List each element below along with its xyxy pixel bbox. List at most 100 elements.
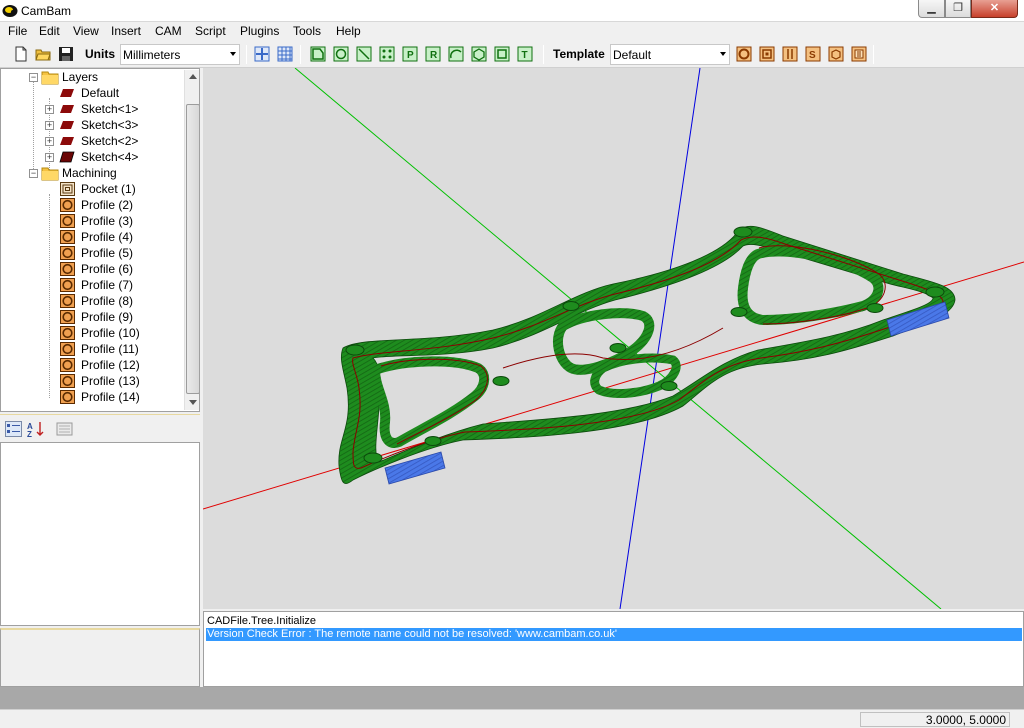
menu-file[interactable]: File [8, 24, 27, 38]
3d-op-icon[interactable] [828, 46, 844, 62]
highlight-segment-right [886, 301, 950, 337]
circle-icon[interactable] [333, 46, 349, 62]
property-grid[interactable] [0, 442, 200, 626]
bottom-gray-band [0, 687, 1024, 709]
collapse-icon[interactable]: − [29, 169, 38, 178]
p-poly-icon[interactable]: P [402, 46, 418, 62]
line-icon[interactable] [356, 46, 372, 62]
tree-node-profile-13[interactable]: Profile (13) [41, 373, 171, 389]
menu-plugins[interactable]: Plugins [240, 24, 279, 38]
profile-op-icon [60, 230, 75, 244]
lathe-op-icon[interactable] [851, 46, 867, 62]
layer-icon [60, 121, 74, 129]
tree-node-machining[interactable]: − Machining [25, 165, 175, 181]
drawing-tree[interactable]: − Layers Default + Sketch<1> + Sketch<3>… [0, 68, 200, 412]
tree-node-profile-11[interactable]: Profile (11) [41, 341, 171, 357]
expand-icon[interactable]: + [45, 137, 54, 146]
chevron-down-icon [230, 52, 236, 56]
menu-script[interactable]: Script [195, 24, 226, 38]
tree-label: Profile (8) [81, 294, 134, 308]
tree-node-layer-sketch2[interactable]: + Sketch<2> [41, 133, 171, 149]
tree-node-layer-default[interactable]: Default [41, 85, 171, 101]
profile-op-icon [60, 342, 75, 356]
drill-op-icon[interactable] [782, 46, 798, 62]
tree-node-profile-2[interactable]: Profile (2) [41, 197, 171, 213]
log-line-selected[interactable]: Version Check Error : The remote name co… [206, 628, 1022, 641]
units-select[interactable]: Millimeters [120, 44, 240, 65]
tree-node-profile-8[interactable]: Profile (8) [41, 293, 171, 309]
title-bar: CamBam ▁ ❐ ✕ [0, 0, 1024, 22]
engrave-op-icon[interactable]: S [805, 46, 821, 62]
tree-node-profile-6[interactable]: Profile (6) [41, 261, 171, 277]
sort-alphabetical-icon[interactable]: AZ [27, 421, 45, 437]
log-line: CADFile.Tree.Initialize [207, 615, 317, 627]
tree-node-pocket-1[interactable]: Pocket (1) [41, 181, 171, 197]
maximize-button[interactable]: ❐ [945, 0, 971, 18]
rectangle-icon[interactable] [494, 46, 510, 62]
tree-node-profile-4[interactable]: Profile (4) [41, 229, 171, 245]
profile-op-icon [60, 198, 75, 212]
layer-icon [60, 137, 74, 145]
menu-tools[interactable]: Tools [293, 24, 321, 38]
toolbar-separator [543, 45, 544, 64]
polyline-icon[interactable] [310, 46, 326, 62]
tree-node-layer-sketch1[interactable]: + Sketch<1> [41, 101, 171, 117]
scroll-thumb[interactable] [186, 104, 199, 394]
tree-scrollbar[interactable] [184, 70, 199, 410]
r-rect-icon[interactable]: R [425, 46, 441, 62]
menu-cam[interactable]: CAM [155, 24, 182, 38]
tree-node-profile-7[interactable]: Profile (7) [41, 277, 171, 293]
menu-insert[interactable]: Insert [111, 24, 141, 38]
profile-op-icon [60, 294, 75, 308]
tree-node-profile-3[interactable]: Profile (3) [41, 213, 171, 229]
points-icon[interactable] [379, 46, 395, 62]
open-folder-icon[interactable] [35, 46, 51, 62]
menu-view[interactable]: View [73, 24, 99, 38]
svg-text:S: S [809, 50, 816, 61]
menu-help[interactable]: Help [336, 24, 361, 38]
collapse-icon[interactable]: − [29, 73, 38, 82]
arc-icon[interactable] [448, 46, 464, 62]
tree-label: Profile (3) [81, 214, 134, 228]
expand-icon[interactable]: + [45, 121, 54, 130]
scroll-down-icon[interactable] [189, 400, 197, 405]
tree-node-layers[interactable]: − Layers [25, 69, 175, 85]
tree-node-layer-sketch3[interactable]: + Sketch<3> [41, 117, 171, 133]
tree-connector [33, 81, 34, 177]
close-button[interactable]: ✕ [971, 0, 1018, 18]
template-label: Template [553, 47, 605, 61]
drawing-viewport[interactable] [203, 68, 1024, 609]
tree-node-profile-9[interactable]: Profile (9) [41, 309, 171, 325]
expand-icon[interactable]: + [45, 105, 54, 114]
categorized-icon[interactable] [5, 421, 22, 437]
polygon-icon[interactable] [471, 46, 487, 62]
template-select[interactable]: Default [610, 44, 730, 65]
tree-node-layer-sketch4[interactable]: + Sketch<4> [41, 149, 171, 165]
profile-op-icon[interactable] [736, 46, 752, 62]
tree-label: Machining [62, 166, 117, 180]
save-icon[interactable] [58, 46, 74, 62]
snap-icon[interactable] [254, 46, 270, 62]
pocket-op-icon [60, 182, 75, 196]
layer-icon [60, 105, 74, 113]
cambam-logo-icon [2, 5, 18, 17]
tree-label: Profile (9) [81, 310, 134, 324]
grid-icon[interactable] [277, 46, 293, 62]
property-pages-icon[interactable] [56, 421, 73, 437]
text-icon[interactable]: T [517, 46, 533, 62]
folder-icon [41, 167, 59, 181]
toolbar-separator [300, 45, 301, 64]
pocket-op-icon[interactable] [759, 46, 775, 62]
minimize-button[interactable]: ▁ [918, 0, 945, 18]
tree-node-profile-10[interactable]: Profile (10) [41, 325, 171, 341]
tree-label: Profile (6) [81, 262, 134, 276]
tree-node-profile-5[interactable]: Profile (5) [41, 245, 171, 261]
message-log[interactable]: CADFile.Tree.Initialize Version Check Er… [203, 611, 1024, 687]
menu-edit[interactable]: Edit [39, 24, 60, 38]
tree-node-profile-12[interactable]: Profile (12) [41, 357, 171, 373]
expand-icon[interactable]: + [45, 153, 54, 162]
new-file-icon[interactable] [13, 46, 29, 62]
tree-label: Default [81, 86, 120, 100]
scroll-up-icon[interactable] [189, 74, 197, 79]
tree-node-profile-14[interactable]: Profile (14) [41, 389, 171, 405]
